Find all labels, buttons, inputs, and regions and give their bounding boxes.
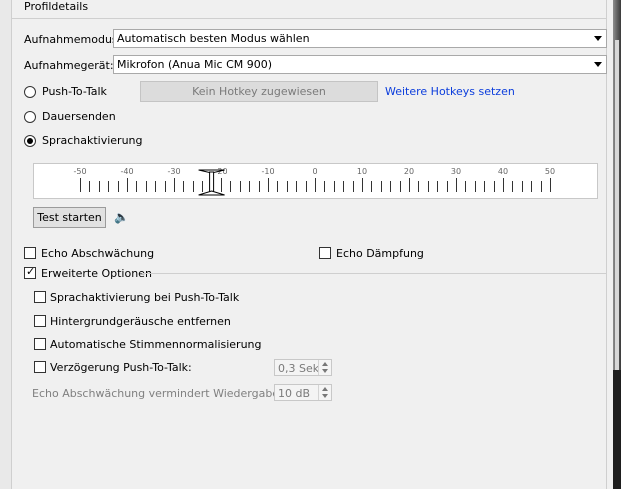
continuous-transmit-radio[interactable] bbox=[24, 111, 36, 123]
radio-selected-dot bbox=[27, 138, 33, 144]
voice-activation-ptt-checkbox[interactable] bbox=[34, 291, 46, 303]
spin-down-icon[interactable] bbox=[322, 394, 328, 398]
continuous-transmit-label[interactable]: Dauersenden bbox=[42, 110, 116, 123]
ptt-delay-value: 0,3 Sek bbox=[278, 362, 320, 375]
more-hotkeys-link[interactable]: Weitere Hotkeys setzen bbox=[385, 85, 515, 98]
voice-level-meter[interactable]: -50 -40 -30 -20 -10 0 10 20 30 40 50 bbox=[33, 163, 598, 199]
group-border-top bbox=[12, 18, 606, 19]
spin-up-icon[interactable] bbox=[322, 362, 328, 366]
echo-damping-label[interactable]: Echo Dämpfung bbox=[336, 247, 424, 260]
echo-attenuation-spinner[interactable]: 10 dB bbox=[274, 384, 332, 401]
chevron-down-icon bbox=[594, 36, 602, 41]
assign-hotkey-button[interactable]: Kein Hotkey zugewiesen bbox=[140, 81, 378, 102]
echo-damping-checkbox[interactable] bbox=[319, 247, 331, 259]
checkmark-icon: ✓ bbox=[26, 265, 36, 278]
advanced-options-label[interactable]: Erweiterte Optionen bbox=[41, 267, 152, 280]
push-to-talk-label[interactable]: Push-To-Talk bbox=[42, 85, 107, 98]
spin-down-icon[interactable] bbox=[322, 369, 328, 373]
auto-normalization-label[interactable]: Automatische Stimmennormalisierung bbox=[50, 338, 262, 351]
remove-background-noise-label[interactable]: Hintergrundgeräusche entfernen bbox=[50, 315, 231, 328]
advanced-options-checkbox[interactable]: ✓ bbox=[24, 265, 36, 279]
echo-reduction-label[interactable]: Echo Abschwächung bbox=[41, 247, 154, 260]
echo-attenuation-value: 10 dB bbox=[278, 387, 311, 400]
remove-background-noise-checkbox[interactable] bbox=[34, 315, 46, 327]
voice-activation-ptt-label[interactable]: Sprachaktivierung bei Push-To-Talk bbox=[50, 291, 239, 304]
echo-attenuation-label: Echo Abschwächung vermindert Wiedergabe … bbox=[32, 387, 304, 400]
ptt-delay-checkbox[interactable] bbox=[34, 361, 46, 373]
ptt-delay-spinner[interactable]: 0,3 Sek bbox=[274, 359, 332, 376]
echo-reduction-checkbox[interactable] bbox=[24, 247, 36, 259]
speaker-icon: 🔈 bbox=[114, 210, 129, 224]
group-title: Profildetails bbox=[24, 0, 89, 13]
chevron-down-icon bbox=[594, 62, 602, 67]
voice-activation-radio[interactable] bbox=[24, 135, 36, 147]
left-panel-strip bbox=[0, 0, 12, 489]
auto-normalization-checkbox[interactable] bbox=[34, 338, 46, 350]
push-to-talk-radio[interactable] bbox=[24, 86, 36, 98]
recording-mode-select[interactable]: Automatisch besten Modus wählen bbox=[113, 29, 607, 48]
spin-up-icon[interactable] bbox=[322, 387, 328, 391]
meter-ticks bbox=[80, 169, 551, 196]
advanced-separator bbox=[142, 273, 606, 274]
ptt-delay-label[interactable]: Verzögerung Push-To-Talk: bbox=[50, 361, 192, 374]
recording-device-label: Aufnahmegerät: bbox=[24, 59, 114, 72]
voice-activation-label[interactable]: Sprachaktivierung bbox=[42, 134, 143, 147]
recording-mode-label: Aufnahmemodus: bbox=[24, 33, 122, 46]
recording-device-select[interactable]: Mikrofon (Anua Mic CM 900) bbox=[113, 55, 607, 74]
recording-device-value: Mikrofon (Anua Mic CM 900) bbox=[117, 58, 273, 71]
recording-mode-value: Automatisch besten Modus wählen bbox=[117, 32, 310, 45]
test-start-button[interactable]: Test starten bbox=[33, 207, 106, 228]
background-window-edge bbox=[613, 0, 621, 489]
